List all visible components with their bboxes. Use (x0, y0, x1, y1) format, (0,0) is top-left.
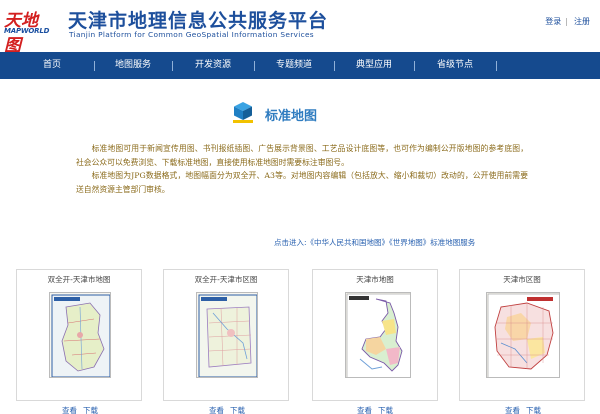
section-title: 标准地图 (265, 109, 318, 124)
site-title: 天津市地理信息公共服务平台 (68, 10, 329, 32)
map-card-title: 双全开-天津市地图 (47, 275, 111, 284)
download-link[interactable]: 下载 (526, 406, 541, 414)
card-actions: 查看 下载 (209, 405, 251, 414)
view-link[interactable]: 查看 (209, 406, 224, 414)
map-thumbnail-image (487, 293, 559, 377)
view-link[interactable]: 查看 (357, 406, 372, 414)
cube-icon (233, 102, 253, 123)
map-card-title: 双全开-天津市区图 (194, 275, 258, 284)
map-thumbnail-image (198, 294, 257, 377)
card-actions: 查看 下载 (62, 405, 104, 414)
description: 标准地图可用于新闻宣传用图、书刊报纸插图、广告展示背景图、工艺品设计底图等，也可… (76, 142, 528, 196)
map-card-title: 天津市区图 (503, 275, 541, 284)
description-paragraph: 标准地图为JPG数据格式，地图幅面分为双全开、A3等。对地图内容编辑（包括放大、… (76, 171, 528, 194)
map-card: 双全开-天津市地图 (16, 269, 142, 401)
nav-item-topics[interactable]: 专题频道 (254, 52, 334, 79)
description-paragraph: 标准地图可用于新闻宣传用图、书刊报纸插图、广告展示背景图、工艺品设计底图等，也可… (76, 144, 528, 167)
map-card: 双全开-天津市区图 (163, 269, 289, 401)
card-actions: 查看 下载 (505, 405, 547, 414)
nav-item-applications[interactable]: 典型应用 (334, 52, 414, 79)
download-link[interactable]: 下载 (378, 406, 393, 414)
site-logo[interactable]: 天地图 MAPWORLD (4, 6, 54, 56)
register-link[interactable]: 注册 (574, 17, 590, 26)
download-link[interactable]: 下载 (230, 406, 245, 414)
nav-item-dev-resources[interactable]: 开发资源 (172, 52, 254, 79)
map-thumbnail[interactable] (49, 292, 111, 378)
nav-item-home[interactable]: 首页 (10, 52, 94, 79)
download-link[interactable]: 下载 (83, 406, 98, 414)
account-links: 登录 | 注册 (539, 16, 590, 27)
map-thumbnail-image (51, 294, 110, 377)
standard-map-service-link[interactable]: 点击进入:《中华人民共和国地图》《世界地图》标准地图服务 (274, 237, 475, 248)
main-nav: 首页 地图服务 开发资源 专题频道 典型应用 省级节点 (0, 52, 600, 79)
login-link[interactable]: 登录 (545, 17, 561, 26)
logo-en-text: MAPWORLD (4, 27, 50, 35)
map-card: 天津市地图 (312, 269, 438, 401)
nav-item-provincial-nodes[interactable]: 省级节点 (414, 52, 496, 79)
view-link[interactable]: 查看 (62, 406, 77, 414)
link-separator: | (565, 17, 568, 26)
site-header: 天地图 MAPWORLD 天津市地理信息公共服务平台 Tianjin Platf… (0, 0, 600, 56)
map-thumbnail[interactable] (196, 292, 258, 378)
map-thumbnail-image (346, 293, 410, 377)
view-link[interactable]: 查看 (505, 406, 520, 414)
nav-item-map-service[interactable]: 地图服务 (94, 52, 172, 79)
map-thumbnail[interactable] (486, 292, 560, 378)
map-thumbnail[interactable] (345, 292, 411, 378)
map-card-title: 天津市地图 (356, 275, 394, 284)
card-actions: 查看 下载 (357, 405, 399, 414)
map-card: 天津市区图 (459, 269, 585, 401)
nav-separator (496, 61, 497, 71)
site-subtitle: Tianjin Platform for Common GeoSpatial I… (69, 30, 314, 39)
